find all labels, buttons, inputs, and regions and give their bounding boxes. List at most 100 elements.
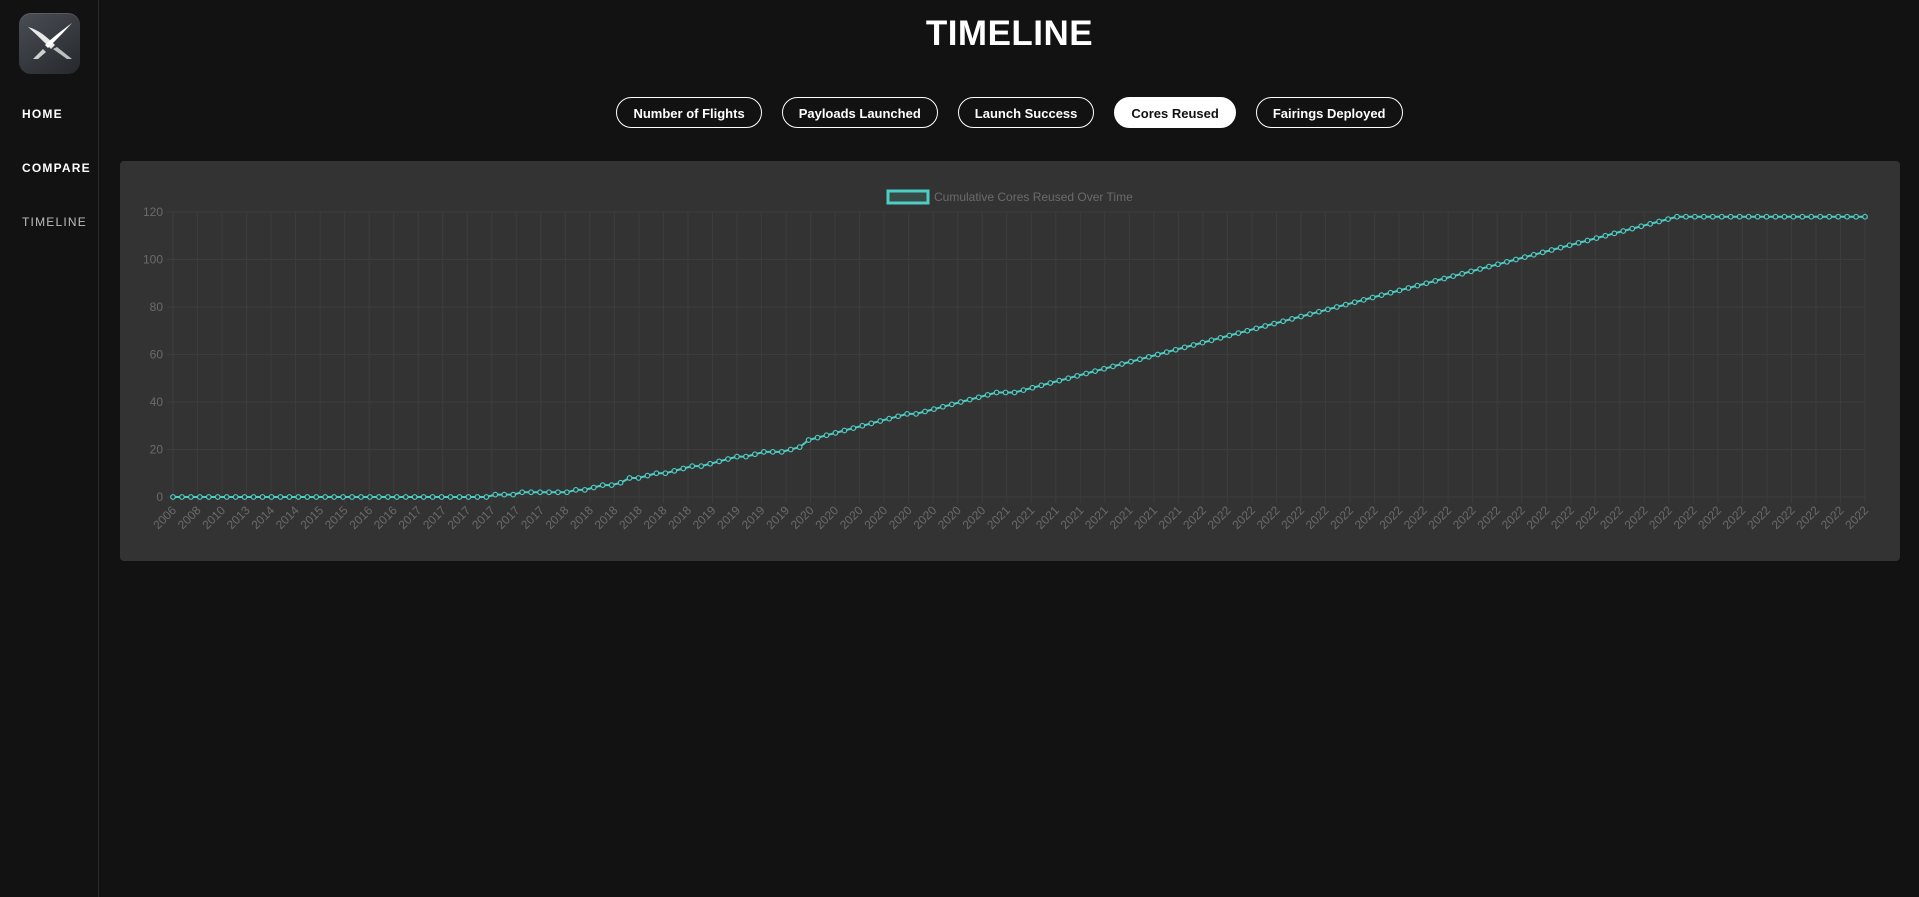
x-tick-label: 2022 [1254,503,1283,532]
data-point [1548,247,1555,253]
data-point [1566,242,1573,249]
data-point [1817,213,1824,220]
data-point [1244,327,1251,334]
x-tick-label: 2018 [665,503,694,532]
data-point [581,486,588,493]
data-point [725,456,731,462]
data-point [196,494,203,500]
x-tick-label: 2022 [1180,503,1209,532]
y-tick-label: 100 [143,253,163,267]
data-point [188,494,194,500]
x-tick-label: 2022 [1499,503,1528,532]
series-line [173,215,1865,498]
data-point [948,401,955,408]
x-tick-label: 2018 [567,503,596,532]
x-tick-label: 2022 [1475,503,1504,532]
data-point [1468,268,1474,275]
tab-fairings-deployed[interactable]: Fairings Deployed [1255,97,1403,128]
x-tick-label: 2020 [886,503,915,532]
data-point [537,489,543,496]
x-tick-label: 2021 [1107,503,1136,532]
data-point [590,484,597,491]
data-point [1459,270,1466,277]
x-tick-label: 2017 [469,503,498,532]
data-point [1727,213,1734,220]
x-tick-label: 2016 [347,503,376,532]
data-point [1101,365,1107,372]
data-point [1190,342,1197,348]
x-tick-label: 2022 [1327,503,1356,532]
data-point [608,482,615,489]
x-tick-label: 2021 [984,503,1013,532]
data-point [1477,266,1483,272]
data-point [1136,356,1143,363]
chart-tabs: Number of Flights Payloads Launched Laun… [100,97,1919,128]
x-tick-label: 2022 [1622,503,1651,532]
x-tick-label: 2020 [861,503,890,532]
y-tick-label: 20 [150,443,164,457]
data-point [814,434,821,441]
data-point [1333,304,1340,310]
y-tick-label: 40 [150,395,164,409]
nav-home[interactable]: HOME [22,107,63,121]
x-tick-label: 2014 [273,503,302,532]
data-point [904,410,910,417]
data-point [1002,389,1009,396]
x-tick-label: 2020 [911,503,940,532]
x-tick-label: 2021 [1131,503,1160,532]
data-point [769,448,776,455]
data-point [966,396,973,403]
data-point [841,427,848,434]
y-tick-label: 120 [143,205,163,219]
x-tick-label: 2017 [396,503,425,532]
x-tick-label: 2021 [1033,503,1062,532]
x-tick-label: 2014 [248,503,277,532]
data-point [1593,235,1600,242]
tab-payloads-launched[interactable]: Payloads Launched [781,97,938,128]
spacex-x-logo-icon[interactable] [19,13,80,74]
data-point [975,394,982,401]
sidebar: HOME COMPARE TIMELINE [0,0,99,897]
data-point [1495,261,1501,268]
data-point [743,453,749,460]
data-point [805,437,812,443]
data-point [465,494,472,500]
data-point [1307,311,1313,318]
data-point [519,489,526,496]
data-point [528,489,534,496]
data-point [1396,287,1403,294]
x-tick-label: 2020 [837,503,866,532]
data-point [787,446,794,453]
x-tick-label: 2022 [1597,503,1626,532]
tab-number-of-flights[interactable]: Number of Flights [616,97,762,128]
data-point [214,494,221,500]
x-tick-label: 2013 [224,503,253,532]
data-point [295,494,302,500]
data-point [1718,213,1725,220]
tab-cores-reused[interactable]: Cores Reused [1114,97,1236,128]
x-tick-label: 2018 [616,503,645,532]
data-point [1110,363,1116,370]
x-tick-label: 2017 [494,503,523,532]
line-chart: 0204060801001202006200820102013201420142… [143,189,1871,532]
data-point [1611,230,1618,237]
x-tick-label: 2020 [935,503,964,532]
data-point [1342,301,1349,308]
data-point [635,475,642,481]
nav-timeline[interactable]: TIMELINE [22,215,87,229]
data-point [1674,213,1680,220]
data-point [859,422,866,429]
data-point [223,494,230,500]
data-point [1378,292,1385,299]
data-point [1289,315,1295,322]
tab-launch-success[interactable]: Launch Success [957,97,1095,128]
data-point [331,494,338,500]
data-point [1145,353,1152,360]
data-point [1450,273,1457,280]
data-point [438,494,445,500]
data-point [1199,339,1206,346]
data-point [832,429,839,436]
nav-compare[interactable]: COMPARE [22,161,91,175]
data-point [1262,323,1269,329]
data-point [1235,330,1242,337]
